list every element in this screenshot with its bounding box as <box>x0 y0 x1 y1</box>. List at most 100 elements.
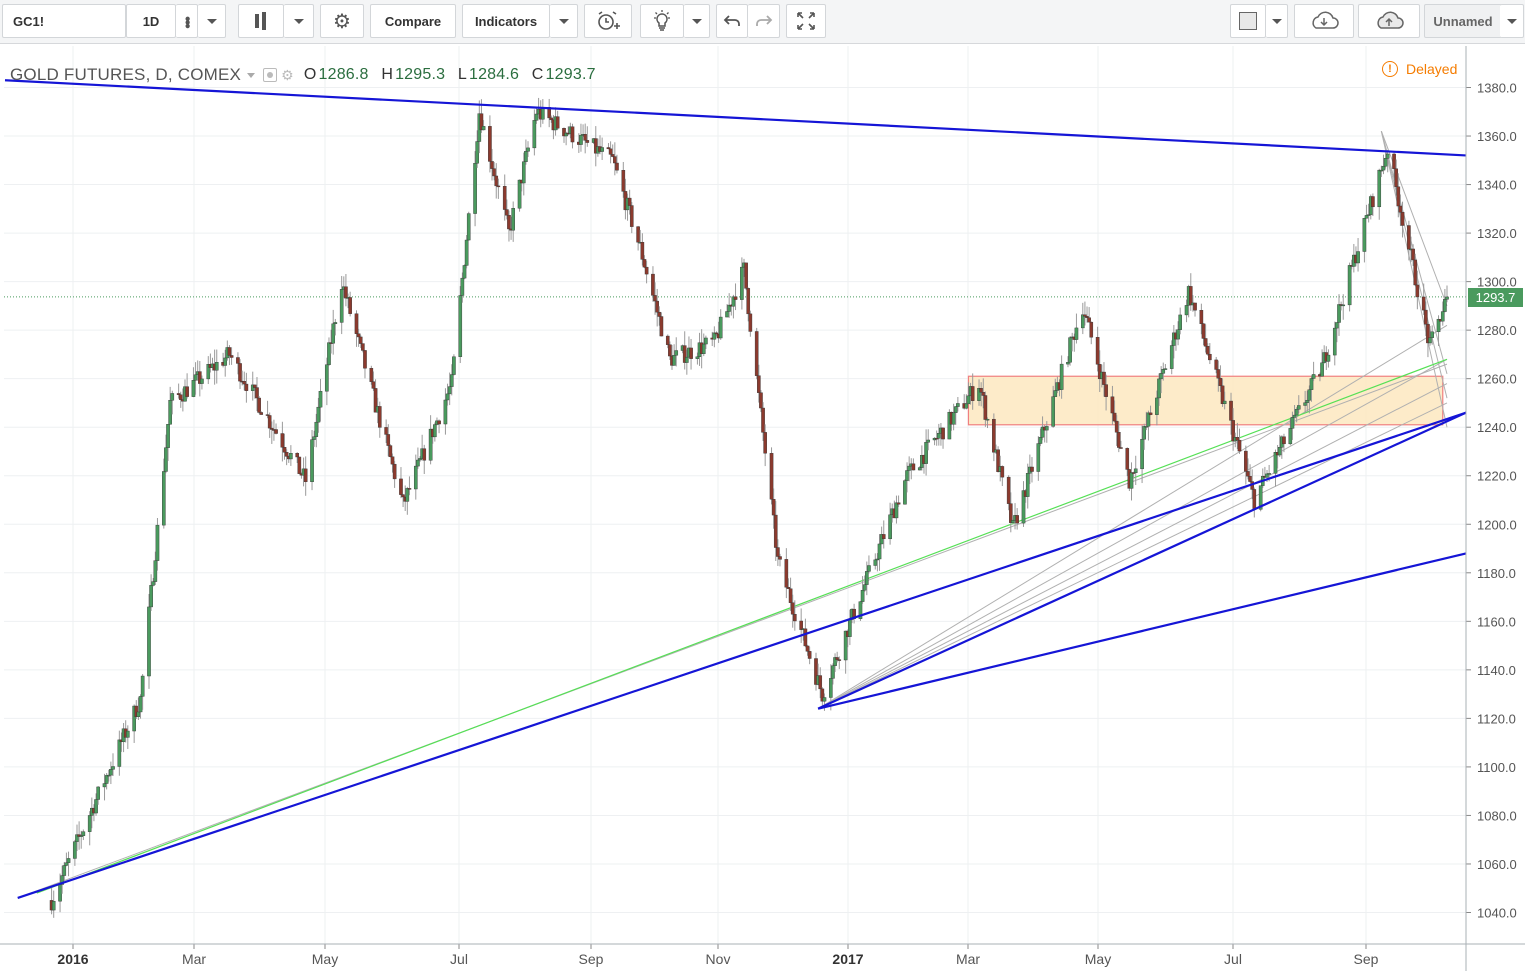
price-tick-label: 1100.0 <box>1477 760 1516 775</box>
delayed-status[interactable]: ! Delayed <box>1382 61 1457 77</box>
candle-body <box>1237 439 1242 452</box>
candle-body <box>532 120 537 149</box>
candle-body <box>405 488 410 502</box>
price-tick-label: 1040.0 <box>1477 906 1517 921</box>
chevron-down-icon[interactable] <box>247 72 256 78</box>
candle-body <box>384 427 388 435</box>
time-tick-label: Mar <box>956 951 980 967</box>
candle-body <box>314 421 319 437</box>
support-resistance-zone[interactable] <box>967 375 1444 426</box>
candle-body <box>316 406 321 423</box>
candle-body <box>1383 158 1388 167</box>
candle-body <box>1273 452 1278 474</box>
candle-body <box>818 675 823 690</box>
candle-body <box>1142 426 1147 440</box>
candle-body <box>505 209 509 216</box>
candle-body <box>1059 363 1064 390</box>
candle-body <box>629 205 634 227</box>
candle-body <box>274 429 278 434</box>
candle-body <box>640 241 645 260</box>
price-tick-label: 1200.0 <box>1477 517 1517 532</box>
candle-body <box>1214 359 1218 370</box>
candle-body <box>418 458 422 461</box>
candle-body <box>807 651 812 659</box>
candle-body <box>1407 225 1411 250</box>
candle-body <box>1229 400 1233 421</box>
candle-body <box>1267 473 1271 475</box>
candle-body <box>1163 368 1168 370</box>
candle-body <box>621 170 626 192</box>
candle-body <box>1307 389 1312 401</box>
candle-body <box>162 471 166 526</box>
price-tick-label: 1360.0 <box>1477 129 1517 144</box>
candle-body <box>1332 327 1337 356</box>
candle-body <box>1282 436 1286 445</box>
candle-body <box>1421 296 1426 311</box>
candle-body <box>1303 402 1307 406</box>
candle-body <box>191 380 196 397</box>
candle-body <box>511 208 515 231</box>
candle-body <box>1159 373 1163 380</box>
eye-icon[interactable] <box>263 68 278 82</box>
candle-body <box>733 296 738 300</box>
candle-body <box>570 126 575 143</box>
candle-body <box>790 602 795 615</box>
candle-body <box>437 420 441 425</box>
candle-body <box>1044 426 1049 431</box>
candle-body <box>164 447 168 472</box>
candle-body <box>579 134 583 145</box>
candle-body <box>356 333 361 338</box>
candle-body <box>310 439 314 483</box>
warning-icon: ! <box>1382 61 1398 77</box>
candle-body <box>799 620 803 630</box>
candle-body <box>1394 168 1398 188</box>
candle-body <box>111 766 115 770</box>
ohlc-values: O 1286.8 H 1295.3 L 1284.6 C 1293.7 <box>304 66 604 84</box>
candle-body <box>746 288 751 315</box>
price-tick-label: 1160.0 <box>1477 614 1516 629</box>
candle-body <box>1296 405 1301 410</box>
candle-body <box>490 161 494 169</box>
candle-body <box>894 502 899 519</box>
candle-body <box>151 581 156 586</box>
candle-body <box>1347 265 1352 306</box>
candle-body <box>140 675 145 697</box>
candle-body <box>238 363 242 382</box>
candle-body <box>905 470 909 481</box>
time-tick-label: Mar <box>182 951 206 967</box>
candle-body <box>613 156 617 164</box>
candle-body <box>1011 520 1015 523</box>
highlight-zone[interactable] <box>967 375 1444 426</box>
candle-body <box>784 559 789 588</box>
candle-body <box>1068 337 1072 363</box>
candle-body <box>1129 472 1134 489</box>
candle-body <box>51 900 56 911</box>
candle-body <box>985 418 990 421</box>
candle-body <box>1015 515 1019 524</box>
gear-icon[interactable]: ⚙ <box>281 67 294 84</box>
open-value: 1286.8 <box>318 66 369 83</box>
candle-body <box>907 465 911 471</box>
candle-body <box>354 313 359 334</box>
series-title[interactable]: GOLD FUTURES, D, COMEX <box>10 65 241 85</box>
candle-body <box>526 147 530 152</box>
candle-body <box>1398 205 1403 213</box>
candle-body <box>1102 371 1106 385</box>
candle-body <box>786 587 791 589</box>
candle-body <box>253 384 257 388</box>
candle-body <box>259 412 264 415</box>
candle-body <box>147 606 151 677</box>
candle-body <box>1119 447 1123 449</box>
candle-body <box>507 215 511 230</box>
time-tick-label: 2016 <box>57 951 88 967</box>
candle-body <box>763 432 767 454</box>
candle-body <box>1235 437 1240 441</box>
candle-body <box>1110 396 1115 414</box>
candle-body <box>223 357 228 366</box>
price-chart[interactable]: 1380.01360.01340.01320.01300.01280.01260… <box>0 0 1525 971</box>
candle-body <box>610 154 615 157</box>
candle-body <box>1201 323 1206 339</box>
candle-body <box>805 645 810 652</box>
candle-body <box>549 117 554 121</box>
candle-body <box>399 478 403 495</box>
